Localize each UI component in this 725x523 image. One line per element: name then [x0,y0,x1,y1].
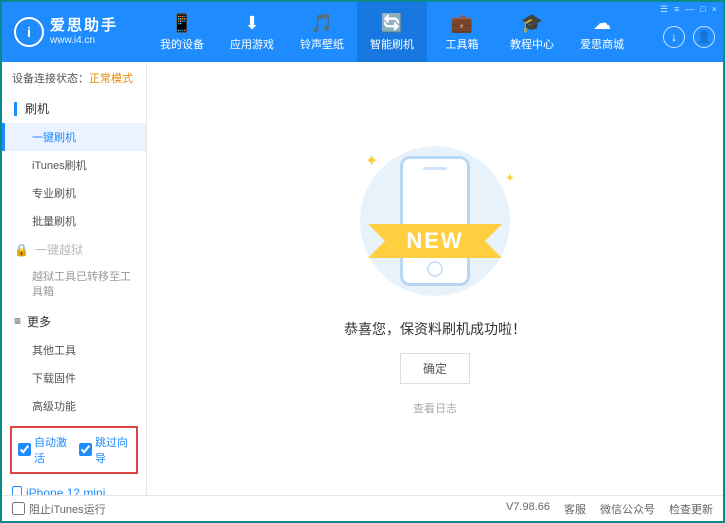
sidebar-item-batch-flash[interactable]: 批量刷机 [2,207,146,235]
block-itunes-label: 阻止iTunes运行 [29,501,106,517]
logo-icon: i [14,17,44,47]
tab-my-device[interactable]: 📱我的设备 [147,2,217,62]
connection-status: 设备连接状态：正常模式 [2,62,146,94]
sidebar-section-jailbreak: 🔒 一键越狱 [2,235,146,264]
sidebar-item-pro-flash[interactable]: 专业刷机 [2,179,146,207]
logo: i 爱思助手 www.i4.cn [2,17,147,47]
profile-button[interactable]: 👤 [693,26,715,48]
menu-icon: ≡ [14,314,21,328]
titlebar-right: ↓ 👤 [663,8,715,48]
cloud-icon: ☁ [593,13,611,34]
sidebar-item-other-tools[interactable]: 其他工具 [2,336,146,364]
body: 设备连接状态：正常模式 刷机 一键刷机 iTunes刷机 专业刷机 批量刷机 🔒… [2,62,723,495]
tab-shop[interactable]: ☁爱思商城 [567,2,637,62]
app-url: www.i4.cn [50,35,118,46]
tab-ringtone-wallpaper[interactable]: 🎵铃声壁纸 [287,2,357,62]
refresh-icon: 🔄 [381,13,403,34]
view-log-link[interactable]: 查看日志 [413,400,457,416]
check-update-link[interactable]: 检查更新 [669,501,713,517]
nav-tabs: 📱我的设备 ⬇应用游戏 🎵铃声壁纸 🔄智能刷机 💼工具箱 🎓教程中心 ☁爱思商城 [147,2,637,62]
titlebar: ☰ ≡ — □ × i 爱思助手 www.i4.cn 📱我的设备 ⬇应用游戏 🎵… [2,2,723,62]
device-name: iPhone 12 mini [12,486,136,495]
checkbox-auto-activate[interactable]: 自动激活 [18,434,69,466]
success-message: 恭喜您，保资料刷机成功啦！ [344,319,526,339]
download-button[interactable]: ↓ [663,26,685,48]
app-window: ☰ ≡ — □ × i 爱思助手 www.i4.cn 📱我的设备 ⬇应用游戏 🎵… [0,0,725,523]
tab-toolbox[interactable]: 💼工具箱 [427,2,497,62]
download-icon: ⬇ [244,13,259,34]
checkbox-skip-guide[interactable]: 跳过向导 [79,434,130,466]
confirm-button[interactable]: 确定 [400,353,470,384]
phone-icon: 📱 [171,13,193,34]
main-content: ✦ ✦ NEW 恭喜您，保资料刷机成功啦！ 确定 查看日志 [147,62,723,495]
device-section[interactable]: iPhone 12 mini 64GB Down-12mini-13,1 [2,480,146,495]
customer-service-link[interactable]: 客服 [564,501,586,517]
checkbox-block-itunes[interactable] [12,502,25,515]
sidebar-section-more[interactable]: ≡ 更多 [2,307,146,336]
version-label: V7.98.66 [506,501,550,517]
options-checkboxes: 自动激活 跳过向导 [10,426,138,474]
sidebar-item-download-firmware[interactable]: 下载固件 [2,364,146,392]
jailbreak-note: 越狱工具已转移至工具箱 [2,264,146,307]
checkbox-auto-activate-input[interactable] [18,443,31,456]
new-ribbon: NEW [388,224,481,258]
tab-apps-games[interactable]: ⬇应用游戏 [217,2,287,62]
phone-illustration-icon [400,156,470,286]
section-indicator-icon [14,102,17,116]
lock-icon: 🔒 [14,243,29,257]
statusbar-right: V7.98.66 客服 微信公众号 检查更新 [506,501,713,517]
graduation-icon: 🎓 [521,13,543,34]
statusbar-left: 阻止iTunes运行 [12,501,106,517]
sparkle-icon: ✦ [505,171,515,185]
sparkle-icon: ✦ [365,151,378,171]
sidebar: 设备连接状态：正常模式 刷机 一键刷机 iTunes刷机 专业刷机 批量刷机 🔒… [2,62,147,495]
sidebar-item-itunes-flash[interactable]: iTunes刷机 [2,151,146,179]
tab-smart-flash[interactable]: 🔄智能刷机 [357,2,427,62]
success-illustration: ✦ ✦ NEW [345,141,525,301]
briefcase-icon: 💼 [451,13,473,34]
sidebar-section-flash[interactable]: 刷机 [2,94,146,123]
statusbar: 阻止iTunes运行 V7.98.66 客服 微信公众号 检查更新 [2,495,723,521]
music-icon: 🎵 [311,13,333,34]
connection-mode: 正常模式 [89,73,133,85]
checkbox-skip-guide-input[interactable] [79,443,92,456]
app-name: 爱思助手 [50,18,118,35]
wechat-link[interactable]: 微信公众号 [600,501,655,517]
tab-tutorials[interactable]: 🎓教程中心 [497,2,567,62]
sidebar-item-advanced[interactable]: 高级功能 [2,392,146,420]
sidebar-item-oneclick-flash[interactable]: 一键刷机 [2,123,146,151]
